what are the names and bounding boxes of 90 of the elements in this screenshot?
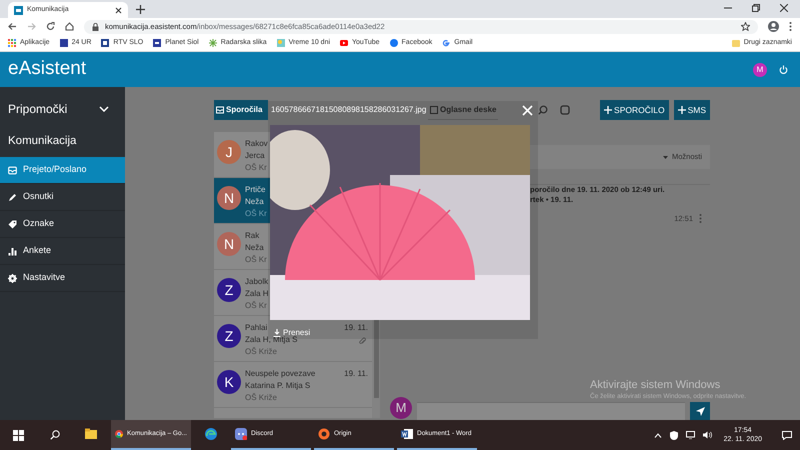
play-icon [340,39,348,47]
gear-icon [8,274,17,282]
shield-icon[interactable] [670,430,678,440]
message-participants: Zala H, Mitja S [245,335,298,346]
avatar: M [390,397,412,419]
close-icon[interactable] [115,6,122,14]
notification-icon[interactable] [782,430,792,440]
sidebar-heading: Komunikacija [8,134,76,150]
message-school: OŠ Kr [245,254,267,266]
message-school: OŠ Kr [245,208,267,220]
close-icon[interactable] [780,4,788,12]
message-subject: Rak [245,230,260,242]
new-message-button[interactable]: SPOROČILO [600,100,669,120]
circle-icon [390,39,398,47]
sms-button[interactable]: SMS [674,100,710,120]
power-icon[interactable] [779,65,788,74]
message-input-field[interactable] [417,402,685,420]
message-subject: Neuspele povezave [245,368,316,380]
star-icon[interactable] [741,22,750,31]
section-title[interactable]: Pripomočki [8,100,68,118]
scrollbar-thumb[interactable] [374,318,378,398]
caret-icon [662,156,668,158]
favicon-icon [14,6,23,14]
folder-icon [732,40,740,46]
letter-icon [442,39,450,47]
message-subject: Prtiče [245,184,266,196]
more-icon[interactable] [789,22,792,31]
paper-plane-icon [696,406,704,416]
paperclip-icon[interactable] [359,337,366,345]
avatar: K [217,370,241,394]
lock-icon [92,22,99,30]
activation-notice-title: Aktivirajte sistem Windows [590,379,722,391]
message-school: OŠ Križe [245,392,278,404]
square-icon [60,39,68,47]
square-icon [101,39,110,47]
new-tab-icon[interactable] [136,5,145,14]
globe-swirl-icon [205,428,217,440]
maximize-icon[interactable] [752,4,760,12]
square-icon [153,39,162,47]
folder-icon [85,428,97,440]
network-icon[interactable] [686,431,695,439]
message-participants: Katarina P. Mitja S [245,380,310,392]
message-school: OŠ Kr [245,300,267,312]
back-icon[interactable] [8,22,17,31]
tag-icon [8,220,17,228]
avatar: Z [217,278,241,302]
profile-icon[interactable] [768,21,779,32]
square-icon[interactable] [560,105,570,115]
message-subject: Jabolk [245,276,268,288]
plus-icon [678,106,686,114]
avatar: Z [217,324,241,348]
message-date: 19. 11. [344,368,368,380]
bar-chart-icon [8,246,17,256]
picture-icon [276,39,285,47]
plus-icon [604,106,612,114]
message-participants: Neža [245,242,264,254]
windows-logo-icon[interactable] [12,430,24,440]
app-title[interactable]: eAsistent [8,55,86,84]
message-school: OŠ Kr [245,162,267,174]
envelope-icon [216,106,224,114]
message-date: 19. 11. [344,322,368,334]
user-avatar[interactable]: M [753,62,767,76]
sidebar-item[interactable]: Prejeto/Poslano [0,157,125,184]
message-school: OŠ Križe [245,346,278,358]
chevron-up-icon[interactable] [654,432,662,438]
chrome-icon [115,428,124,440]
home-icon[interactable] [65,22,74,31]
send-button[interactable] [690,402,710,420]
message-participants: Jerca [245,150,265,162]
pencil-icon [8,192,17,202]
document-icon [401,428,413,440]
chevron-down-icon[interactable] [99,106,109,112]
star-icon [208,39,217,47]
message-participants: Neža [245,196,264,208]
envelope-icon [8,166,17,174]
download-icon [273,329,281,337]
apps-grid-icon [8,39,16,47]
image-filename: 16057866671815080898158286031267.jpg [271,104,426,116]
ring-icon [318,428,330,440]
avatar: N [217,232,241,256]
avatar: J [217,140,241,164]
avatar: N [217,186,241,210]
inbox-tab[interactable]: Sporočila [214,100,268,120]
message-subject: Rakov [245,138,268,150]
message-subject: Pahlai [245,322,268,334]
speaker-icon[interactable] [702,431,712,439]
gamepad-icon [235,428,247,440]
search-icon[interactable] [50,430,60,440]
message-participants: Zala H [245,288,269,300]
reload-icon[interactable] [46,22,55,31]
